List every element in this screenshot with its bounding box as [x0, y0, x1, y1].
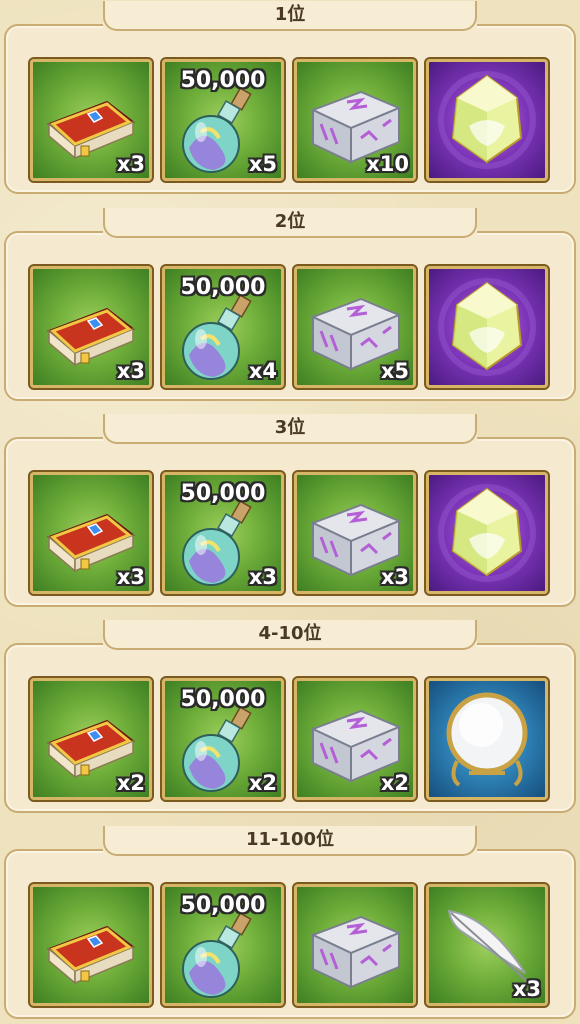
reward-amount: 50,000 [180, 481, 266, 506]
reward-quantity: x3 [116, 359, 145, 383]
reward-quantity: x2 [248, 771, 277, 795]
rank-label: 2位 [103, 208, 477, 238]
reward-quantity: x4 [248, 359, 277, 383]
rank-label: 3位 [103, 414, 477, 444]
reward-quantity: x3 [512, 977, 541, 1001]
rank-section: 2位 x3 50,000 x4 x5 [0, 208, 580, 402]
ranking-rewards-list: 1位 x3 50,000 x5 x10 2位 x3 50,000 x4 x5 3… [0, 0, 580, 1024]
reward-quantity: x5 [248, 152, 277, 176]
reward-item[interactable]: 50,000 x2 [160, 676, 286, 802]
reward-amount: 50,000 [180, 893, 266, 918]
reward-quantity: x5 [380, 359, 409, 383]
reward-item[interactable] [424, 57, 550, 183]
rank-label: 11-100位 [103, 826, 477, 856]
reward-item[interactable]: x3 [28, 57, 154, 183]
reward-item[interactable] [424, 470, 550, 596]
reward-item[interactable] [424, 264, 550, 390]
reward-quantity: x3 [116, 565, 145, 589]
reward-item[interactable] [28, 882, 154, 1008]
reward-item[interactable]: 50,000 x5 [160, 57, 286, 183]
reward-quantity: x10 [366, 152, 409, 176]
rank-section: 4-10位 x2 50,000 x2 x2 [0, 620, 580, 814]
rank-label: 4-10位 [103, 620, 477, 650]
reward-item[interactable]: x5 [292, 264, 418, 390]
reward-item[interactable] [424, 676, 550, 802]
reward-item[interactable]: x2 [292, 676, 418, 802]
rank-section: 11-100位 50,000 x3 [0, 826, 580, 1020]
reward-item[interactable]: x3 [424, 882, 550, 1008]
reward-item[interactable]: 50,000 x3 [160, 470, 286, 596]
reward-item[interactable]: 50,000 x4 [160, 264, 286, 390]
rank-section: 1位 x3 50,000 x5 x10 [0, 1, 580, 195]
reward-item[interactable] [292, 882, 418, 1008]
rank-label: 1位 [103, 1, 477, 31]
reward-item[interactable]: x2 [28, 676, 154, 802]
reward-item[interactable]: 50,000 [160, 882, 286, 1008]
reward-item[interactable]: x3 [28, 470, 154, 596]
rank-section: 3位 x3 50,000 x3 x3 [0, 414, 580, 608]
reward-amount: 50,000 [180, 687, 266, 712]
reward-quantity: x3 [116, 152, 145, 176]
reward-quantity: x2 [380, 771, 409, 795]
reward-item[interactable]: x3 [28, 264, 154, 390]
reward-quantity: x2 [116, 771, 145, 795]
reward-amount: 50,000 [180, 68, 266, 93]
reward-quantity: x3 [380, 565, 409, 589]
reward-item[interactable]: x3 [292, 470, 418, 596]
reward-quantity: x3 [248, 565, 277, 589]
reward-amount: 50,000 [180, 275, 266, 300]
reward-item[interactable]: x10 [292, 57, 418, 183]
